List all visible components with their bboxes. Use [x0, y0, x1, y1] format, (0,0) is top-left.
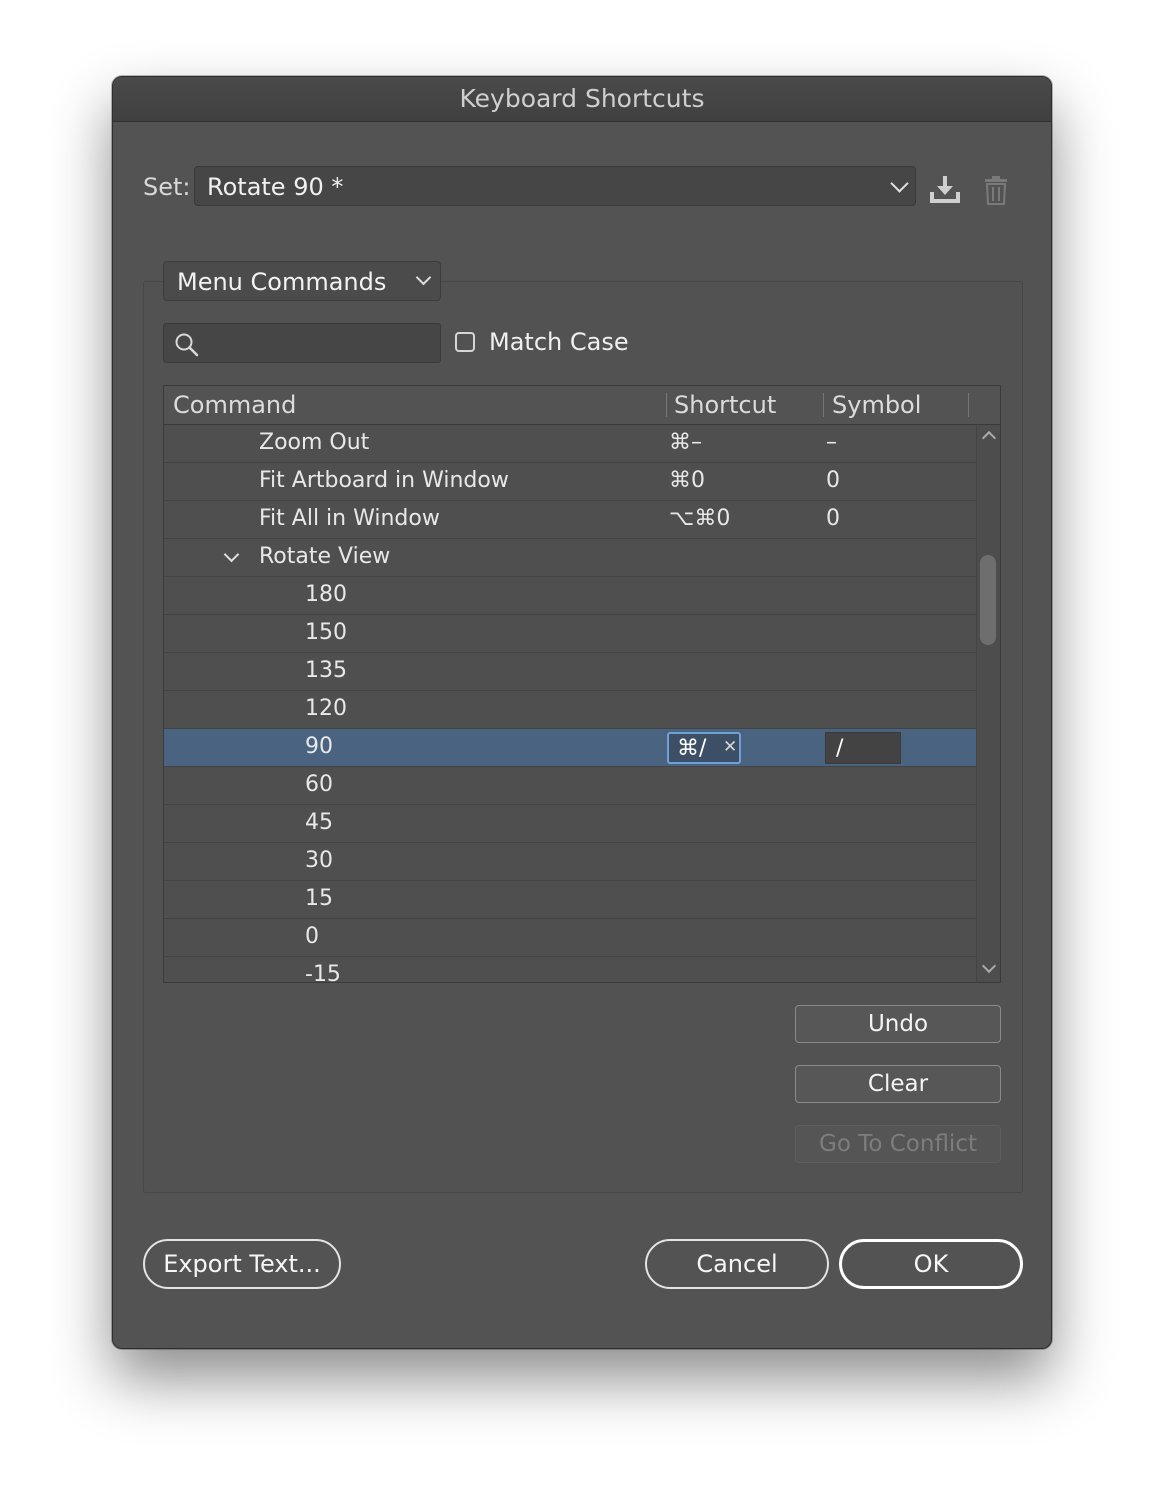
scroll-thumb[interactable]: [980, 555, 996, 645]
table-row[interactable]: Fit All in Window ⌥⌘0 0: [164, 501, 976, 539]
undo-button[interactable]: Undo: [795, 1005, 1001, 1043]
set-dropdown[interactable]: Rotate 90 *: [194, 166, 916, 206]
disclosure-chevron-down-icon[interactable]: [223, 546, 240, 563]
shortcut-type-value: Menu Commands: [177, 268, 387, 296]
set-value: Rotate 90 *: [207, 173, 344, 201]
table-row[interactable]: 30: [164, 843, 976, 881]
table-row[interactable]: 120: [164, 691, 976, 729]
table-row[interactable]: Zoom Out ⌘– –: [164, 425, 976, 463]
command-cell: 90: [305, 734, 333, 759]
save-set-icon[interactable]: [928, 175, 962, 205]
table-row[interactable]: 45: [164, 805, 976, 843]
command-cell: 60: [305, 772, 333, 797]
keyboard-shortcuts-dialog: Keyboard Shortcuts Set: Rotate 90 * Menu…: [112, 76, 1052, 1349]
shortcut-type-dropdown[interactable]: Menu Commands: [163, 261, 441, 301]
table-row-group[interactable]: Rotate View: [164, 539, 976, 577]
search-input[interactable]: [163, 323, 441, 363]
chevron-up-icon[interactable]: [981, 430, 997, 446]
shortcut-cell: ⌘–: [669, 430, 702, 455]
table-row-selected[interactable]: 90 ⌘/ ✕ /: [164, 729, 976, 767]
column-header-command[interactable]: Command: [173, 391, 296, 419]
set-label: Set:: [143, 173, 191, 201]
symbol-cell: 0: [826, 506, 840, 531]
command-cell: 180: [305, 582, 347, 607]
chevron-down-icon: [415, 269, 432, 286]
chevron-down-icon: [890, 174, 909, 193]
table-body: Zoom Out ⌘– – Fit Artboard in Window ⌘0 …: [164, 425, 976, 983]
symbol-value: /: [836, 736, 844, 761]
shortcut-cell: ⌥⌘0: [669, 506, 731, 531]
symbol-cell: 0: [826, 468, 840, 493]
table-row[interactable]: 0: [164, 919, 976, 957]
table-row[interactable]: 135: [164, 653, 976, 691]
shortcut-cell: ⌘0: [669, 468, 705, 493]
cancel-button[interactable]: Cancel: [645, 1239, 829, 1289]
ok-button[interactable]: OK: [839, 1239, 1023, 1289]
export-text-button[interactable]: Export Text...: [143, 1239, 341, 1289]
go-to-conflict-button: Go To Conflict: [795, 1125, 1001, 1163]
command-cell: Rotate View: [259, 544, 391, 569]
match-case-checkbox[interactable]: [455, 332, 475, 352]
table-row[interactable]: 15: [164, 881, 976, 919]
shortcut-input[interactable]: ⌘/ ✕: [667, 732, 741, 764]
command-cell: 135: [305, 658, 347, 683]
command-cell: Fit All in Window: [259, 506, 440, 531]
close-icon[interactable]: ✕: [723, 737, 737, 757]
table-row[interactable]: Fit Artboard in Window ⌘0 0: [164, 463, 976, 501]
search-icon: [175, 333, 199, 357]
table-row[interactable]: 180: [164, 577, 976, 615]
shortcuts-table: Command Shortcut Symbol Zoom Out ⌘– – Fi…: [163, 385, 1001, 983]
dialog-title: Keyboard Shortcuts: [113, 77, 1051, 122]
trash-icon[interactable]: [983, 175, 1009, 205]
table-row[interactable]: 150: [164, 615, 976, 653]
chevron-down-icon[interactable]: [981, 958, 997, 974]
clear-button[interactable]: Clear: [795, 1065, 1001, 1103]
command-cell: 0: [305, 924, 319, 949]
command-cell: -15: [305, 962, 341, 983]
table-header: Command Shortcut Symbol: [164, 386, 1000, 425]
table-row[interactable]: 60: [164, 767, 976, 805]
command-cell: Fit Artboard in Window: [259, 468, 509, 493]
table-row[interactable]: -15: [164, 957, 976, 983]
table-scrollbar[interactable]: [976, 425, 1000, 982]
column-header-symbol[interactable]: Symbol: [832, 391, 921, 419]
symbol-input[interactable]: /: [825, 732, 901, 764]
command-cell: Zoom Out: [259, 430, 370, 455]
command-cell: 30: [305, 848, 333, 873]
match-case-label: Match Case: [489, 328, 629, 356]
command-cell: 45: [305, 810, 333, 835]
command-cell: 120: [305, 696, 347, 721]
command-cell: 15: [305, 886, 333, 911]
symbol-cell: –: [826, 430, 837, 455]
column-header-shortcut[interactable]: Shortcut: [674, 391, 776, 419]
command-cell: 150: [305, 620, 347, 645]
shortcut-value: ⌘/: [677, 736, 707, 761]
